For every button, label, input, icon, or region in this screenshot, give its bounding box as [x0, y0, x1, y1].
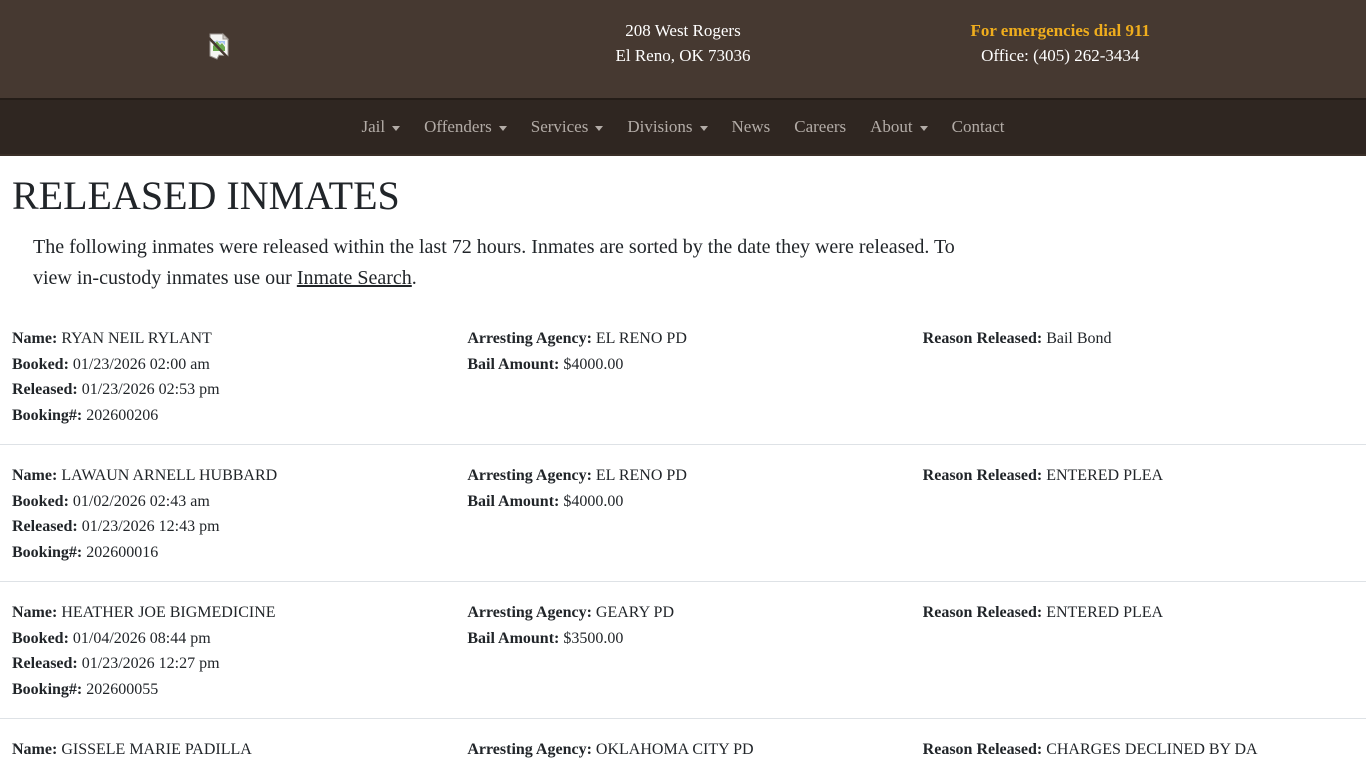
- nav-item-divisions[interactable]: Divisions: [619, 109, 715, 145]
- intro-text: The following inmates were released with…: [33, 236, 955, 289]
- inmate-record: Name: RYAN NEIL RYLANT Booked: 01/23/202…: [0, 308, 1366, 445]
- inmate-booking-number: Booking#: 202600016: [12, 543, 159, 561]
- inmate-arresting-agency: Arresting Agency: EL RENO PD: [467, 467, 687, 484]
- page-title: RELEASED INMATES: [12, 173, 400, 218]
- chevron-down-icon: [919, 125, 928, 131]
- inmate-identity-column: Name: HEATHER JOE BIGMEDICINE Booked: 01…: [0, 600, 455, 702]
- inmate-arresting-agency: Arresting Agency: OKLAHOMA CITY PD: [467, 741, 754, 758]
- nav-item-offenders[interactable]: Offenders: [416, 109, 515, 145]
- agency-address: 208 West Rogers El Reno, OK 73036: [615, 18, 750, 68]
- nav-item-careers[interactable]: Careers: [786, 109, 854, 145]
- inmate-record: Name: LAWAUN ARNELL HUBBARD Booked: 01/0…: [0, 445, 1366, 582]
- nav-item-contact[interactable]: Contact: [944, 109, 1013, 145]
- inmate-bail-amount: Bail Amount: $3500.00: [467, 629, 624, 647]
- inmate-booking-number: Booking#: 202600206: [12, 406, 159, 424]
- inmate-record: Name: GISSELE MARIE PADILLA Booked: 01/1…: [0, 719, 1366, 768]
- inmate-booked: Booked: 01/04/2026 08:44 pm: [12, 629, 211, 647]
- inmate-bail-amount: Bail Amount: $15000.00: [467, 763, 898, 768]
- inmate-reason-column: Reason Released: ENTERED PLEA: [911, 463, 1366, 565]
- inmate-agency-column: Arresting Agency: EL RENO PD Bail Amount…: [455, 326, 910, 428]
- inmate-released: Released: 01/23/2026 12:27 pm: [12, 655, 220, 672]
- inmate-reason-released: Reason Released: Bail Bond: [922, 330, 1112, 347]
- chevron-down-icon: [392, 125, 401, 131]
- inmate-reason-column: Reason Released: CHARGES DECLINED BY DA: [911, 737, 1366, 768]
- inmate-identity-column: Name: GISSELE MARIE PADILLA Booked: 01/1…: [0, 737, 455, 768]
- inmate-released: Released: 01/23/2026 12:43 pm: [12, 518, 220, 535]
- inmate-bail-amount: Bail Amount: $4000.00: [467, 355, 624, 373]
- emergency-notice: For emergencies dial 911: [970, 21, 1150, 40]
- inmate-search-link[interactable]: Inmate Search: [297, 267, 412, 289]
- inmate-name: Name: RYAN NEIL RYLANT: [12, 330, 212, 347]
- address-line-1: 208 West Rogers: [625, 21, 741, 40]
- inmate-reason-released: Reason Released: ENTERED PLEA: [922, 604, 1164, 621]
- inmate-booked: Booked: 01/23/2026 02:00 am: [12, 355, 210, 373]
- address-line-2: El Reno, OK 73036: [615, 46, 751, 65]
- nav-item-news[interactable]: News: [724, 109, 779, 145]
- inmate-reason-column: Reason Released: Bail Bond: [911, 326, 1366, 428]
- inmate-record: Name: HEATHER JOE BIGMEDICINE Booked: 01…: [0, 582, 1366, 719]
- nav-item-about[interactable]: About: [862, 109, 936, 145]
- office-phone: Office: (405) 262-3434: [981, 46, 1140, 65]
- inmate-name: Name: HEATHER JOE BIGMEDICINE: [12, 604, 276, 621]
- inmate-name: Name: LAWAUN ARNELL HUBBARD: [12, 467, 278, 484]
- inmate-arresting-agency: Arresting Agency: EL RENO PD: [467, 330, 687, 347]
- inmate-reason-released: Reason Released: CHARGES DECLINED BY DA: [922, 741, 1258, 758]
- inmate-released: Released: 01/23/2026 02:53 pm: [12, 381, 220, 398]
- inmate-agency-column: Arresting Agency: OKLAHOMA CITY PD Bail …: [455, 737, 910, 768]
- logo-link[interactable]: [207, 32, 231, 66]
- contact-info: For emergencies dial 911 Office: (405) 2…: [970, 18, 1150, 68]
- site-header: 208 West Rogers El Reno, OK 73036 For em…: [0, 0, 1366, 98]
- main-nav: Jail Offenders Services Divisions News C…: [0, 98, 1366, 156]
- main-content: RELEASED INMATES The following inmates w…: [0, 172, 1366, 768]
- inmate-name: Name: GISSELE MARIE PADILLA: [12, 741, 252, 758]
- inmate-agency-column: Arresting Agency: GEARY PD Bail Amount: …: [455, 600, 910, 702]
- released-inmates-list: Name: RYAN NEIL RYLANT Booked: 01/23/202…: [0, 308, 1366, 768]
- inmate-identity-column: Name: RYAN NEIL RYLANT Booked: 01/23/202…: [0, 326, 455, 428]
- inmate-agency-column: Arresting Agency: EL RENO PD Bail Amount…: [455, 463, 910, 565]
- inmate-booking-number: Booking#: 202600055: [12, 680, 159, 698]
- inmate-arresting-agency: Arresting Agency: GEARY PD: [467, 604, 674, 621]
- inmate-reason-column: Reason Released: ENTERED PLEA: [911, 600, 1366, 702]
- broken-image-icon: [207, 32, 231, 66]
- inmate-bail-amount: Bail Amount: $4000.00: [467, 492, 624, 510]
- inmate-reason-released: Reason Released: ENTERED PLEA: [922, 467, 1164, 484]
- inmate-identity-column: Name: LAWAUN ARNELL HUBBARD Booked: 01/0…: [0, 463, 455, 565]
- inmate-booked: Booked: 01/02/2026 02:43 am: [12, 492, 210, 510]
- nav-item-services[interactable]: Services: [523, 109, 612, 145]
- nav-item-jail[interactable]: Jail: [353, 109, 408, 145]
- chevron-down-icon: [595, 125, 604, 131]
- inmate-booked: Booked: 01/19/2026 01:14 am: [12, 763, 443, 768]
- chevron-down-icon: [699, 125, 708, 131]
- chevron-down-icon: [498, 125, 507, 131]
